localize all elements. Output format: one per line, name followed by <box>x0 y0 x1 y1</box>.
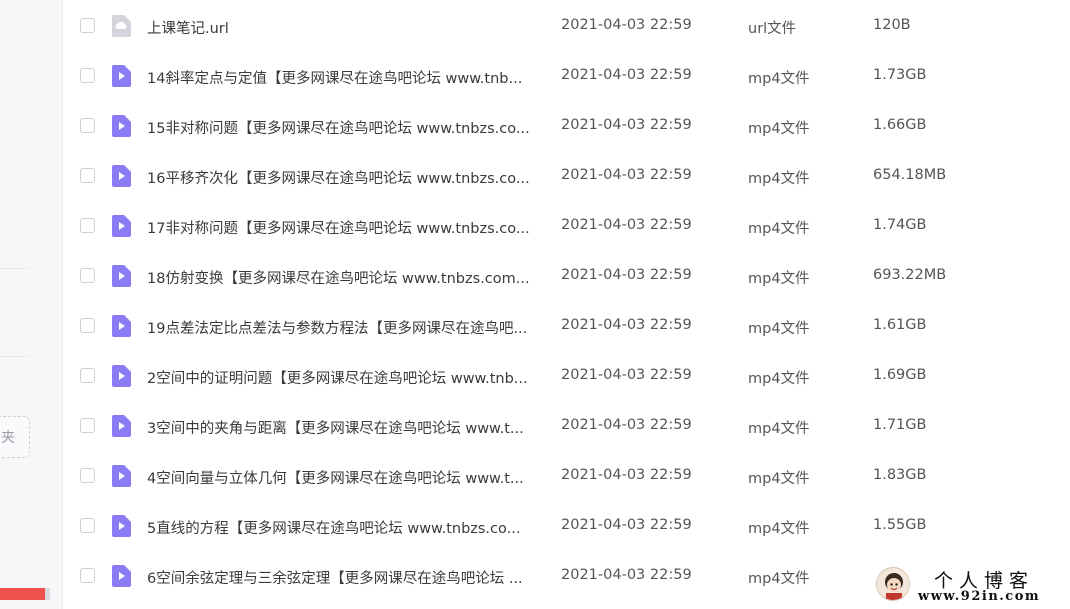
file-size: 654.18MB <box>873 167 947 183</box>
file-date: 2021-04-03 22:59 <box>561 67 692 83</box>
sidebar-divider <box>0 268 30 269</box>
file-date: 2021-04-03 22:59 <box>561 167 692 183</box>
watermark-url: www.92in.com <box>918 589 1041 604</box>
file-size: 1.66GB <box>873 117 927 133</box>
file-date: 2021-04-03 22:59 <box>561 267 692 283</box>
video-file-icon <box>111 365 131 387</box>
new-folder-button[interactable]: 夹 <box>0 416 30 458</box>
row-checkbox[interactable] <box>80 518 95 533</box>
file-row[interactable]: 19点差法定比点差法与参数方程法【更多网课尽在途鸟吧... 2021-04-03 … <box>62 301 1070 351</box>
row-checkbox[interactable] <box>80 368 95 383</box>
file-type: mp4文件 <box>748 121 810 137</box>
file-type: url文件 <box>748 21 797 37</box>
sidebar: 夹 <box>0 0 63 609</box>
watermark: 个人博客 www.92in.com <box>872 565 1070 609</box>
file-row[interactable]: 14斜率定点与定值【更多网课尽在途鸟吧论坛 www.tnb... 2021-04-… <box>62 51 1070 101</box>
file-type: mp4文件 <box>748 421 810 437</box>
file-name[interactable]: 19点差法定比点差法与参数方程法【更多网课尽在途鸟吧... <box>147 317 539 338</box>
file-type: mp4文件 <box>748 221 810 237</box>
file-name[interactable]: 5直线的方程【更多网课尽在途鸟吧论坛 www.tnbzs.co... <box>147 517 539 538</box>
file-type: mp4文件 <box>748 371 810 387</box>
file-date: 2021-04-03 22:59 <box>561 567 692 583</box>
file-size: 120B <box>873 17 911 33</box>
video-file-icon <box>111 415 131 437</box>
video-file-icon <box>111 515 131 537</box>
file-type: mp4文件 <box>748 571 810 587</box>
file-name[interactable]: 3空间中的夹角与距离【更多网课尽在途鸟吧论坛 www.t... <box>147 417 539 438</box>
row-checkbox[interactable] <box>80 268 95 283</box>
file-size: 1.71GB <box>873 417 927 433</box>
row-checkbox[interactable] <box>80 218 95 233</box>
file-row[interactable]: 2空间中的证明问题【更多网课尽在途鸟吧论坛 www.tnb... 2021-04-… <box>62 351 1070 401</box>
video-file-icon <box>111 265 131 287</box>
file-date: 2021-04-03 22:59 <box>561 367 692 383</box>
file-type: mp4文件 <box>748 71 810 87</box>
row-checkbox[interactable] <box>80 118 95 133</box>
sidebar-divider <box>0 356 30 357</box>
file-row[interactable]: 4空间向量与立体几何【更多网课尽在途鸟吧论坛 www.t... 2021-04-0… <box>62 451 1070 501</box>
file-row[interactable]: 5直线的方程【更多网课尽在途鸟吧论坛 www.tnbzs.co... 2021-0… <box>62 501 1070 551</box>
file-row[interactable]: 15非对称问题【更多网课尽在途鸟吧论坛 www.tnbzs.co... 2021-… <box>62 101 1070 151</box>
file-date: 2021-04-03 22:59 <box>561 17 692 33</box>
file-name[interactable]: 15非对称问题【更多网课尽在途鸟吧论坛 www.tnbzs.co... <box>147 117 539 138</box>
file-name[interactable]: 4空间向量与立体几何【更多网课尽在途鸟吧论坛 www.t... <box>147 467 539 488</box>
storage-progress-fill <box>0 588 45 600</box>
row-checkbox[interactable] <box>80 418 95 433</box>
video-file-icon <box>111 115 131 137</box>
video-file-icon <box>111 165 131 187</box>
video-file-icon <box>111 565 131 587</box>
file-date: 2021-04-03 22:59 <box>561 317 692 333</box>
video-file-icon <box>111 215 131 237</box>
file-size: 1.73GB <box>873 67 927 83</box>
file-name[interactable]: 16平移齐次化【更多网课尽在途鸟吧论坛 www.tnbzs.co... <box>147 167 539 188</box>
file-name[interactable]: 18仿射变换【更多网课尽在途鸟吧论坛 www.tnbzs.com... <box>147 267 539 288</box>
file-row[interactable]: 上课笔记.url 2021-04-03 22:59 url文件 120B <box>62 1 1070 51</box>
link-file-icon <box>111 15 131 37</box>
file-list: 上课笔记.url 2021-04-03 22:59 url文件 120B 14斜率定点与… <box>62 0 1070 609</box>
file-row[interactable]: 18仿射变换【更多网课尽在途鸟吧论坛 www.tnbzs.com... 2021-… <box>62 251 1070 301</box>
row-checkbox[interactable] <box>80 468 95 483</box>
file-date: 2021-04-03 22:59 <box>561 467 692 483</box>
file-date: 2021-04-03 22:59 <box>561 217 692 233</box>
file-type: mp4文件 <box>748 521 810 537</box>
storage-progress-bar <box>0 588 50 600</box>
file-name[interactable]: 14斜率定点与定值【更多网课尽在途鸟吧论坛 www.tnb... <box>147 67 539 88</box>
video-file-icon <box>111 315 131 337</box>
file-date: 2021-04-03 22:59 <box>561 117 692 133</box>
row-checkbox[interactable] <box>80 68 95 83</box>
file-row[interactable]: 3空间中的夹角与距离【更多网课尽在途鸟吧论坛 www.t... 2021-04-0… <box>62 401 1070 451</box>
file-size: 1.74GB <box>873 217 927 233</box>
file-row[interactable]: 17非对称问题【更多网课尽在途鸟吧论坛 www.tnbzs.co... 2021-… <box>62 201 1070 251</box>
file-size: 1.83GB <box>873 467 927 483</box>
file-name[interactable]: 6空间余弦定理与三余弦定理【更多网课尽在途鸟吧论坛 ... <box>147 567 539 588</box>
file-date: 2021-04-03 22:59 <box>561 517 692 533</box>
file-name[interactable]: 2空间中的证明问题【更多网课尽在途鸟吧论坛 www.tnb... <box>147 367 539 388</box>
file-size: 1.55GB <box>873 517 927 533</box>
row-checkbox[interactable] <box>80 168 95 183</box>
watermark-avatar <box>876 567 910 601</box>
file-name[interactable]: 上课笔记.url <box>147 17 539 38</box>
row-checkbox[interactable] <box>80 18 95 33</box>
file-date: 2021-04-03 22:59 <box>561 417 692 433</box>
file-type: mp4文件 <box>748 471 810 487</box>
file-row[interactable]: 16平移齐次化【更多网课尽在途鸟吧论坛 www.tnbzs.co... 2021-… <box>62 151 1070 201</box>
file-type: mp4文件 <box>748 321 810 337</box>
video-file-icon <box>111 65 131 87</box>
file-size: 1.61GB <box>873 317 927 333</box>
file-type: mp4文件 <box>748 271 810 287</box>
file-size: 693.22MB <box>873 267 947 283</box>
video-file-icon <box>111 465 131 487</box>
row-checkbox[interactable] <box>80 318 95 333</box>
row-checkbox[interactable] <box>80 568 95 583</box>
file-size: 1.69GB <box>873 367 927 383</box>
file-name[interactable]: 17非对称问题【更多网课尽在途鸟吧论坛 www.tnbzs.co... <box>147 217 539 238</box>
file-type: mp4文件 <box>748 171 810 187</box>
